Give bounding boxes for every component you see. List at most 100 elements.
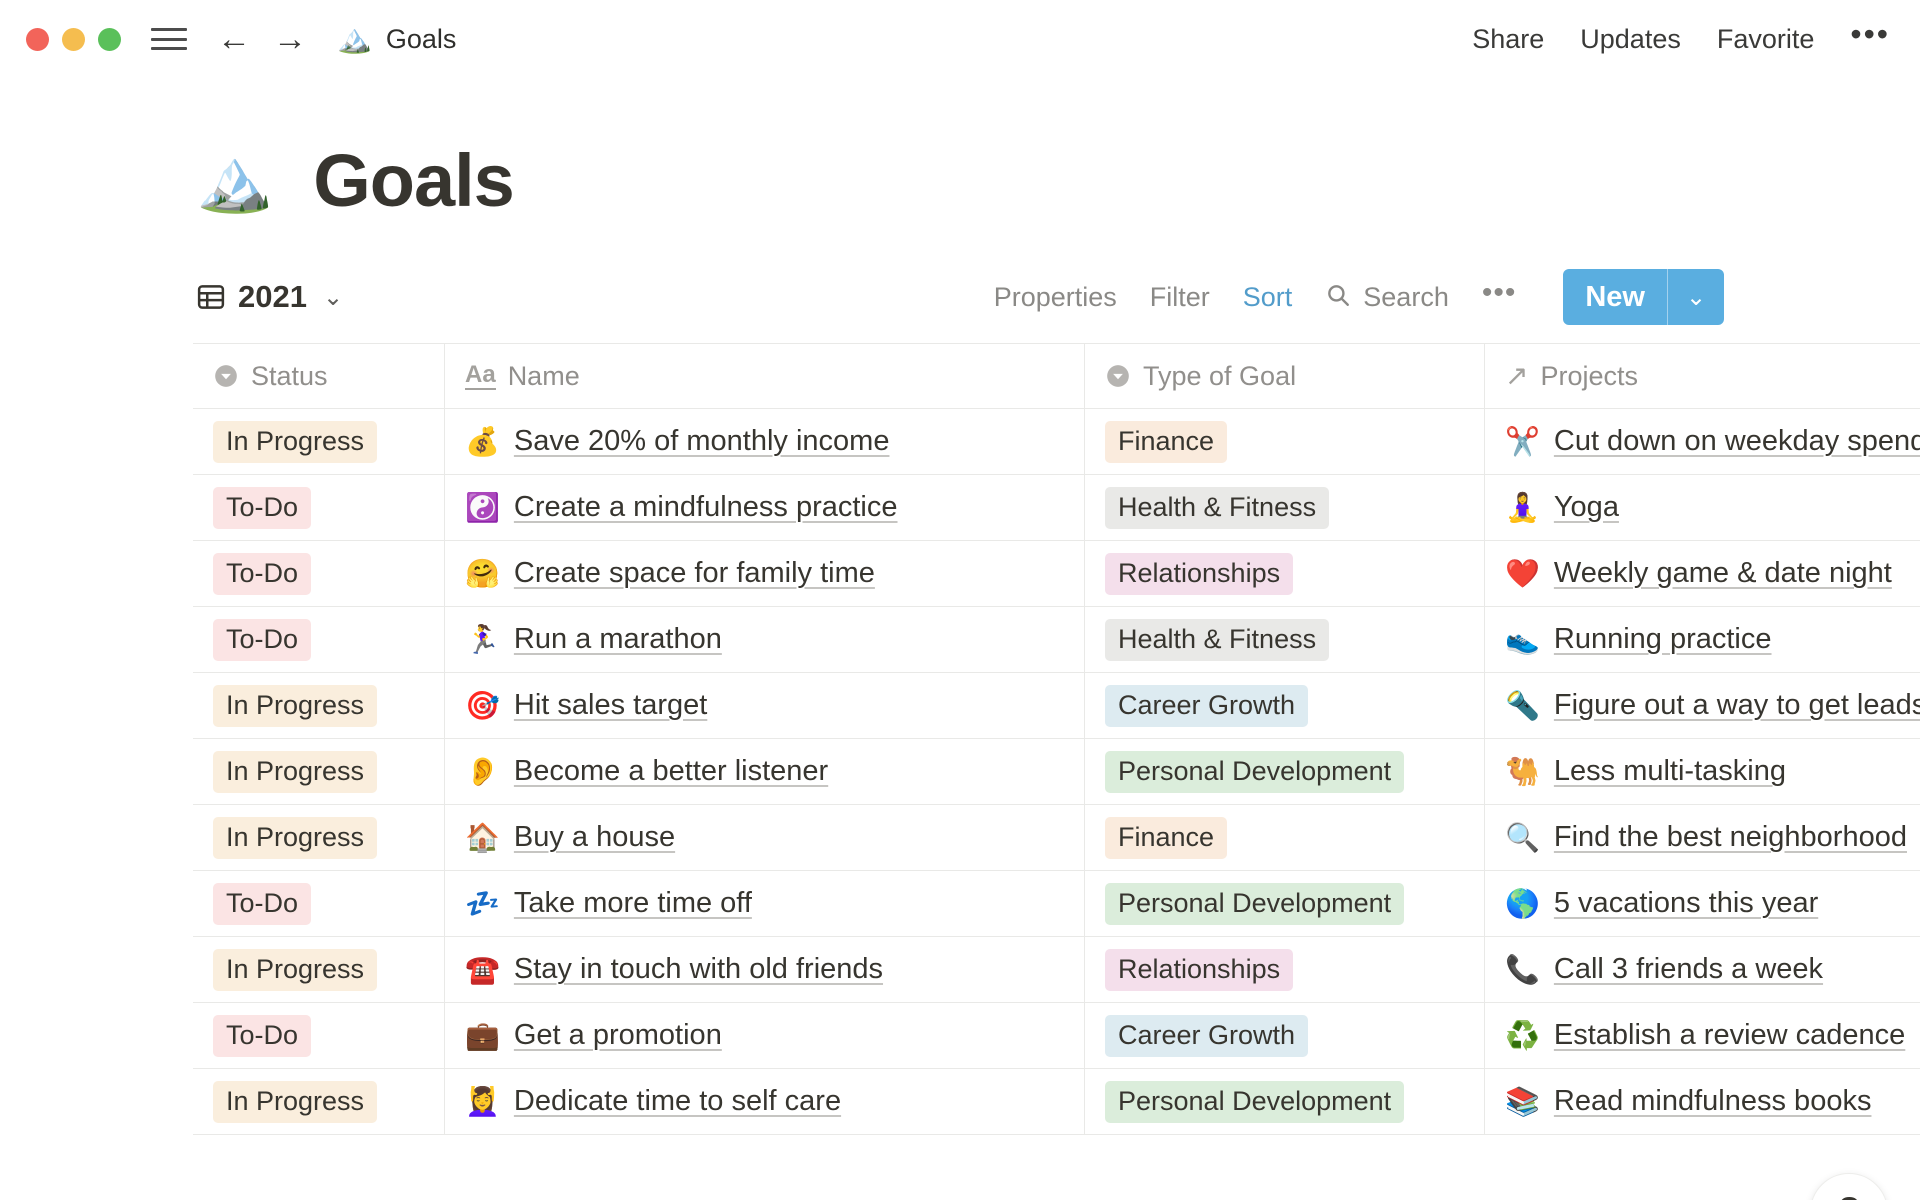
cell-name[interactable]: ☯️ Create a mindfulness practice	[445, 475, 1085, 540]
table-row[interactable]: To-Do 💤 Take more time off Personal Develop…	[193, 871, 1920, 937]
sort-button[interactable]: Sort	[1243, 282, 1293, 313]
new-button-group[interactable]: New ⌄	[1563, 269, 1724, 325]
table-row[interactable]: In Progress 💆‍♀️ Dedicate time to self car…	[193, 1069, 1920, 1135]
cell-name[interactable]: 🏠 Buy a house	[445, 805, 1085, 870]
cell-name[interactable]: 🏃‍♀️ Run a marathon	[445, 607, 1085, 672]
updates-button[interactable]: Updates	[1580, 24, 1681, 55]
cell-name[interactable]: 👂 Become a better listener	[445, 739, 1085, 804]
help-button[interactable]: ?	[1810, 1173, 1888, 1200]
table-row[interactable]: To-Do 🤗 Create space for family time Relati…	[193, 541, 1920, 607]
column-header-status[interactable]: Status	[193, 344, 445, 408]
goal-name-link[interactable]: Hit sales target	[514, 689, 707, 722]
cell-type-of-goal[interactable]: Relationships	[1085, 541, 1485, 606]
cell-type-of-goal[interactable]: Personal Development	[1085, 739, 1485, 804]
cell-status[interactable]: To-Do	[193, 541, 445, 606]
cell-projects[interactable]: 🐫 Less multi-tasking	[1485, 739, 1920, 804]
cell-name[interactable]: 🎯 Hit sales target	[445, 673, 1085, 738]
new-button-chevron-down-icon[interactable]: ⌄	[1668, 269, 1724, 325]
project-link[interactable]: Figure out a way to get leads	[1554, 689, 1920, 722]
cell-projects[interactable]: 🌎 5 vacations this year	[1485, 871, 1920, 936]
cell-type-of-goal[interactable]: Health & Fitness	[1085, 607, 1485, 672]
project-link[interactable]: Call 3 friends a week	[1554, 953, 1823, 986]
cell-name[interactable]: 🤗 Create space for family time	[445, 541, 1085, 606]
cell-projects[interactable]: ✂️ Cut down on weekday spending	[1485, 409, 1920, 474]
cell-projects[interactable]: 🔦 Figure out a way to get leads	[1485, 673, 1920, 738]
project-link[interactable]: Establish a review cadence	[1554, 1019, 1905, 1052]
cell-projects[interactable]: 📚 Read mindfulness books	[1485, 1069, 1920, 1134]
project-link[interactable]: 5 vacations this year	[1554, 887, 1818, 920]
cell-type-of-goal[interactable]: Personal Development	[1085, 1069, 1485, 1134]
cell-status[interactable]: In Progress	[193, 673, 445, 738]
cell-type-of-goal[interactable]: Relationships	[1085, 937, 1485, 1002]
project-link[interactable]: Weekly game & date night	[1554, 557, 1892, 590]
cell-type-of-goal[interactable]: Career Growth	[1085, 1003, 1485, 1068]
cell-status[interactable]: In Progress	[193, 739, 445, 804]
table-row[interactable]: To-Do 💼 Get a promotion Career Growth ♻️ Esta…	[193, 1003, 1920, 1069]
properties-button[interactable]: Properties	[994, 282, 1117, 313]
page-icon-mountain-icon[interactable]: 🏔️	[196, 149, 273, 212]
cell-status[interactable]: To-Do	[193, 475, 445, 540]
goal-name-link[interactable]: Create space for family time	[514, 557, 875, 590]
cell-type-of-goal[interactable]: Career Growth	[1085, 673, 1485, 738]
goal-name-link[interactable]: Save 20% of monthly income	[514, 425, 890, 458]
page-title-text[interactable]: Goals	[313, 138, 515, 223]
cell-name[interactable]: 💤 Take more time off	[445, 871, 1085, 936]
goal-name-link[interactable]: Stay in touch with old friends	[514, 953, 883, 986]
cell-status[interactable]: In Progress	[193, 805, 445, 870]
goal-name-link[interactable]: Dedicate time to self care	[514, 1085, 841, 1118]
cell-status[interactable]: To-Do	[193, 607, 445, 672]
cell-status[interactable]: To-Do	[193, 871, 445, 936]
table-row[interactable]: In Progress 🏠 Buy a house Finance 🔍 Find the …	[193, 805, 1920, 871]
view-tab-2021[interactable]: 2021 ⌄	[196, 279, 343, 315]
column-header-type-of-goal[interactable]: Type of Goal	[1085, 344, 1485, 408]
cell-status[interactable]: In Progress	[193, 937, 445, 1002]
goal-name-link[interactable]: Take more time off	[514, 887, 752, 920]
cell-projects[interactable]: ❤️ Weekly game & date night	[1485, 541, 1920, 606]
column-header-projects[interactable]: ↗ Projects	[1485, 344, 1920, 408]
table-row[interactable]: In Progress 👂 Become a better listener Pers…	[193, 739, 1920, 805]
favorite-button[interactable]: Favorite	[1717, 24, 1815, 55]
project-link[interactable]: Cut down on weekday spending	[1554, 425, 1920, 458]
project-link[interactable]: Running practice	[1554, 623, 1772, 656]
cell-type-of-goal[interactable]: Finance	[1085, 409, 1485, 474]
cell-type-of-goal[interactable]: Health & Fitness	[1085, 475, 1485, 540]
cell-status[interactable]: In Progress	[193, 409, 445, 474]
cell-projects[interactable]: 🧘‍♀️ Yoga	[1485, 475, 1920, 540]
close-button[interactable]	[26, 27, 49, 51]
view-more-options-icon[interactable]: •••	[1482, 277, 1517, 310]
table-row[interactable]: To-Do 🏃‍♀️ Run a marathon Health & Fitness 👟…	[193, 607, 1920, 673]
cell-type-of-goal[interactable]: Finance	[1085, 805, 1485, 870]
cell-name[interactable]: 💼 Get a promotion	[445, 1003, 1085, 1068]
search-button[interactable]: Search	[1325, 282, 1449, 313]
breadcrumb-label[interactable]: Goals	[386, 24, 457, 55]
goal-name-link[interactable]: Buy a house	[514, 821, 675, 854]
project-link[interactable]: Read mindfulness books	[1554, 1085, 1872, 1118]
minimize-button[interactable]	[62, 27, 85, 51]
goal-name-link[interactable]: Create a mindfulness practice	[514, 491, 898, 524]
forward-arrow-icon[interactable]: →	[273, 22, 307, 56]
cell-projects[interactable]: ♻️ Establish a review cadence	[1485, 1003, 1920, 1068]
table-row[interactable]: In Progress 💰 Save 20% of monthly income Fi…	[193, 409, 1920, 475]
table-row[interactable]: To-Do ☯️ Create a mindfulness practice Heal…	[193, 475, 1920, 541]
table-row[interactable]: In Progress 🎯 Hit sales target Career Growt…	[193, 673, 1920, 739]
filter-button[interactable]: Filter	[1150, 282, 1210, 313]
cell-name[interactable]: ☎️ Stay in touch with old friends	[445, 937, 1085, 1002]
chevron-down-icon[interactable]: ⌄	[323, 283, 343, 312]
back-arrow-icon[interactable]: ←	[217, 22, 251, 56]
cell-status[interactable]: In Progress	[193, 1069, 445, 1134]
goal-name-link[interactable]: Get a promotion	[514, 1019, 722, 1052]
breadcrumb[interactable]: 🏔️ Goals	[337, 24, 456, 55]
maximize-button[interactable]	[98, 27, 121, 51]
cell-projects[interactable]: 📞 Call 3 friends a week	[1485, 937, 1920, 1002]
cell-name[interactable]: 💆‍♀️ Dedicate time to self care	[445, 1069, 1085, 1134]
share-button[interactable]: Share	[1472, 24, 1544, 55]
cell-projects[interactable]: 🔍 Find the best neighborhood	[1485, 805, 1920, 870]
cell-name[interactable]: 💰 Save 20% of monthly income	[445, 409, 1085, 474]
goal-name-link[interactable]: Become a better listener	[514, 755, 828, 788]
cell-type-of-goal[interactable]: Personal Development	[1085, 871, 1485, 936]
more-options-icon[interactable]: •••	[1850, 18, 1890, 52]
table-row[interactable]: In Progress ☎️ Stay in touch with old frie…	[193, 937, 1920, 1003]
new-button[interactable]: New	[1563, 269, 1667, 325]
column-header-name[interactable]: Aa Name	[445, 344, 1085, 408]
cell-status[interactable]: To-Do	[193, 1003, 445, 1068]
